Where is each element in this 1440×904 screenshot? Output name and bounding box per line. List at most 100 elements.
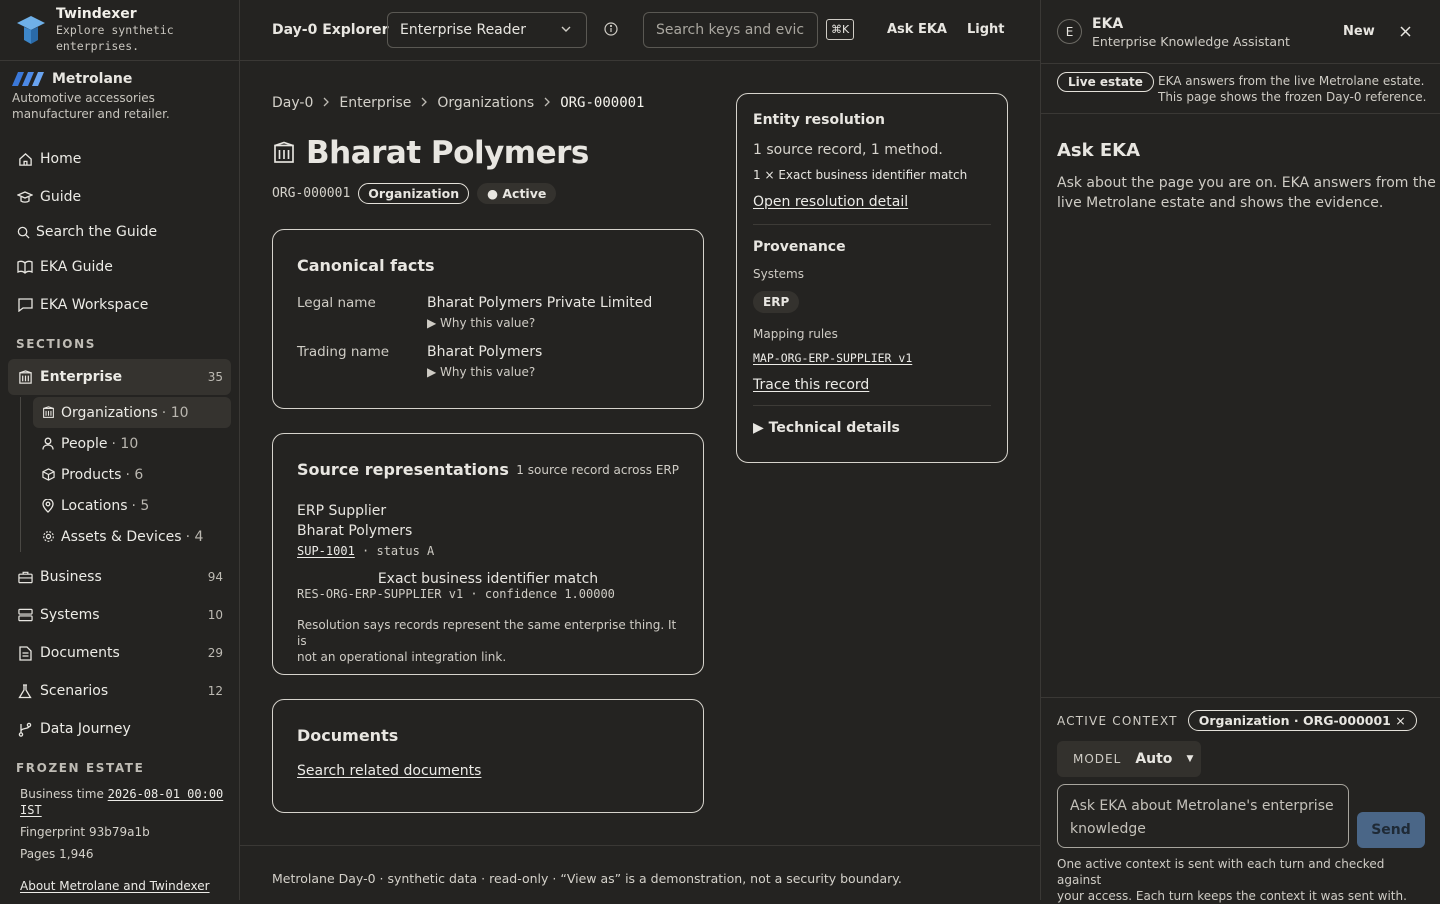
search-related-documents-link[interactable]: Search related documents	[297, 763, 481, 779]
breadcrumb-enterprise[interactable]: Enterprise	[339, 95, 411, 111]
search-icon	[16, 223, 30, 241]
nav-products[interactable]: Products · 6	[33, 459, 231, 490]
chevron-right-icon	[321, 95, 331, 111]
theme-toggle-button[interactable]: Light	[967, 22, 1005, 37]
nav-assets-devices[interactable]: Assets & Devices · 4	[33, 521, 231, 552]
caret-down-icon: ▼	[1186, 754, 1194, 764]
entity-type-badge: Organization	[358, 183, 470, 204]
close-icon[interactable]	[1400, 26, 1411, 37]
flask-icon	[16, 682, 34, 700]
fingerprint-label: Fingerprint	[20, 825, 86, 839]
nav-systems[interactable]: Systems 10	[8, 597, 231, 633]
source-representations-title: Source representations	[297, 460, 509, 479]
nav-people[interactable]: People · 10	[33, 428, 231, 459]
brand[interactable]: Twindexer Explore synthetic enterprises.	[0, 0, 239, 61]
tenant-description: Automotive accessories manufacturer and r…	[12, 91, 170, 121]
nav-assets-devices-label: Assets & Devices	[61, 528, 182, 545]
nav-data-journey[interactable]: Data Journey	[8, 711, 231, 747]
nav-eka-workspace[interactable]: EKA Workspace	[8, 287, 231, 323]
page-title: Bharat Polymers	[306, 135, 589, 171]
source-record-type: ERP Supplier	[297, 503, 387, 519]
nav-search-guide[interactable]: Search the Guide	[8, 214, 231, 250]
composer: ACTIVE CONTEXT Organization · ORG-000001…	[1041, 697, 1440, 903]
system-badge: ERP	[753, 291, 800, 313]
entity-meta: ORG-000001 Organization ● Active	[272, 183, 557, 204]
breadcrumb-current: ORG-000001	[560, 95, 645, 111]
systems-label: Systems	[753, 267, 804, 281]
about-link[interactable]: About Metrolane and Twindexer	[20, 879, 210, 893]
nav-business-label: Business	[40, 569, 102, 585]
person-icon	[41, 435, 55, 453]
book-icon	[16, 258, 34, 276]
breadcrumb-day0[interactable]: Day-0	[272, 95, 313, 111]
nav-documents-count: 29	[207, 646, 223, 660]
nav-systems-count: 10	[207, 608, 223, 622]
model-label: MODEL	[1073, 752, 1122, 766]
eka-title: EKA	[1092, 16, 1124, 32]
active-context-chip[interactable]: Organization · ORG-000001 ×	[1187, 710, 1417, 731]
source-count-note: 1 source record across ERP	[516, 462, 679, 477]
status-text: Active	[502, 186, 547, 201]
why-this-value-toggle[interactable]: ▶ Why this value?	[427, 316, 652, 330]
nav-business-count: 94	[207, 570, 223, 584]
new-chat-button[interactable]: New	[1343, 24, 1375, 39]
nav-products-count: · 6	[125, 466, 144, 483]
brand-tagline: Explore synthetic enterprises.	[56, 23, 174, 53]
active-context-label: ACTIVE CONTEXT	[1057, 713, 1178, 728]
nav-home[interactable]: Home	[8, 141, 231, 177]
nav-organizations-count: · 10	[161, 404, 189, 421]
avatar: E	[1057, 19, 1082, 44]
why-this-value-toggle[interactable]: ▶ Why this value?	[427, 365, 542, 379]
nav-documents[interactable]: Documents 29	[8, 635, 231, 671]
cube-icon	[41, 466, 55, 484]
send-button[interactable]: Send	[1357, 812, 1425, 848]
canonical-facts-title: Canonical facts	[297, 256, 435, 275]
nav-locations-label: Locations	[61, 497, 128, 514]
view-as-select[interactable]: Enterprise Reader	[387, 12, 587, 48]
mapping-rules-label: Mapping rules	[753, 327, 838, 341]
brand-name: Twindexer	[56, 6, 137, 22]
fingerprint-value: 93b79a1b	[88, 825, 150, 839]
nav-eka-guide[interactable]: EKA Guide	[8, 249, 231, 285]
trace-record-link[interactable]: Trace this record	[753, 377, 869, 393]
shortcut-badge: ⌘K	[826, 19, 855, 40]
nav-enterprise[interactable]: Enterprise 35	[8, 359, 231, 395]
mapping-rule-link[interactable]: MAP-ORG-ERP-SUPPLIER_v1	[753, 351, 912, 365]
open-resolution-detail-link[interactable]: Open resolution detail	[753, 194, 908, 210]
chevron-right-icon	[419, 95, 429, 111]
nav-guide[interactable]: Guide	[8, 179, 231, 215]
resolution-rule: RES-ORG-ERP-SUPPLIER v1 · confidence 1.0…	[297, 587, 615, 601]
provenance-title: Provenance	[753, 239, 846, 255]
nav-organizations[interactable]: Organizations · 10	[33, 397, 231, 428]
remove-context-icon[interactable]: ×	[1395, 713, 1405, 728]
business-time-label: Business time	[20, 787, 104, 801]
nav-people-count: · 10	[111, 435, 139, 452]
cog-icon	[41, 528, 55, 546]
nav-people-label: People	[61, 435, 108, 452]
search-input[interactable]: Search keys and evic	[643, 12, 818, 48]
business-time-value[interactable]: 2026-08-01 00:00	[108, 787, 224, 801]
breadcrumb-organizations[interactable]: Organizations	[437, 95, 534, 111]
nav-systems-label: Systems	[40, 607, 100, 623]
technical-details-toggle[interactable]: ▶ Technical details	[753, 420, 991, 436]
building-icon	[16, 368, 34, 386]
nav-scenarios[interactable]: Scenarios 12	[8, 673, 231, 709]
nav-eka-guide-label: EKA Guide	[40, 259, 113, 275]
prompt-input[interactable]: Ask EKA about Metrolane's enterprise kno…	[1057, 784, 1349, 848]
app-title: Day-0 Explorer	[272, 22, 389, 38]
breadcrumb: Day-0 Enterprise Organizations ORG-00000…	[272, 95, 644, 111]
source-record-id-link[interactable]: SUP-1001	[297, 544, 355, 558]
live-estate-text: EKA answers from the live Metrolane esta…	[1158, 74, 1427, 104]
nav-enterprise-label: Enterprise	[40, 369, 123, 385]
model-select[interactable]: MODEL Auto ▼	[1057, 741, 1201, 777]
info-icon[interactable]	[603, 21, 619, 37]
business-time-zone[interactable]: IST	[20, 803, 42, 817]
ask-eka-button[interactable]: Ask EKA	[887, 22, 947, 37]
nav-locations[interactable]: Locations · 5	[33, 490, 231, 521]
building-icon	[274, 141, 294, 163]
context-footnote: One active context is sent with each tur…	[1057, 857, 1407, 903]
source-record-name: Bharat Polymers	[297, 523, 413, 539]
nav-eka-workspace-label: EKA Workspace	[40, 297, 149, 313]
source-record-status: · status A	[362, 544, 435, 558]
nav-business[interactable]: Business 94	[8, 559, 231, 595]
